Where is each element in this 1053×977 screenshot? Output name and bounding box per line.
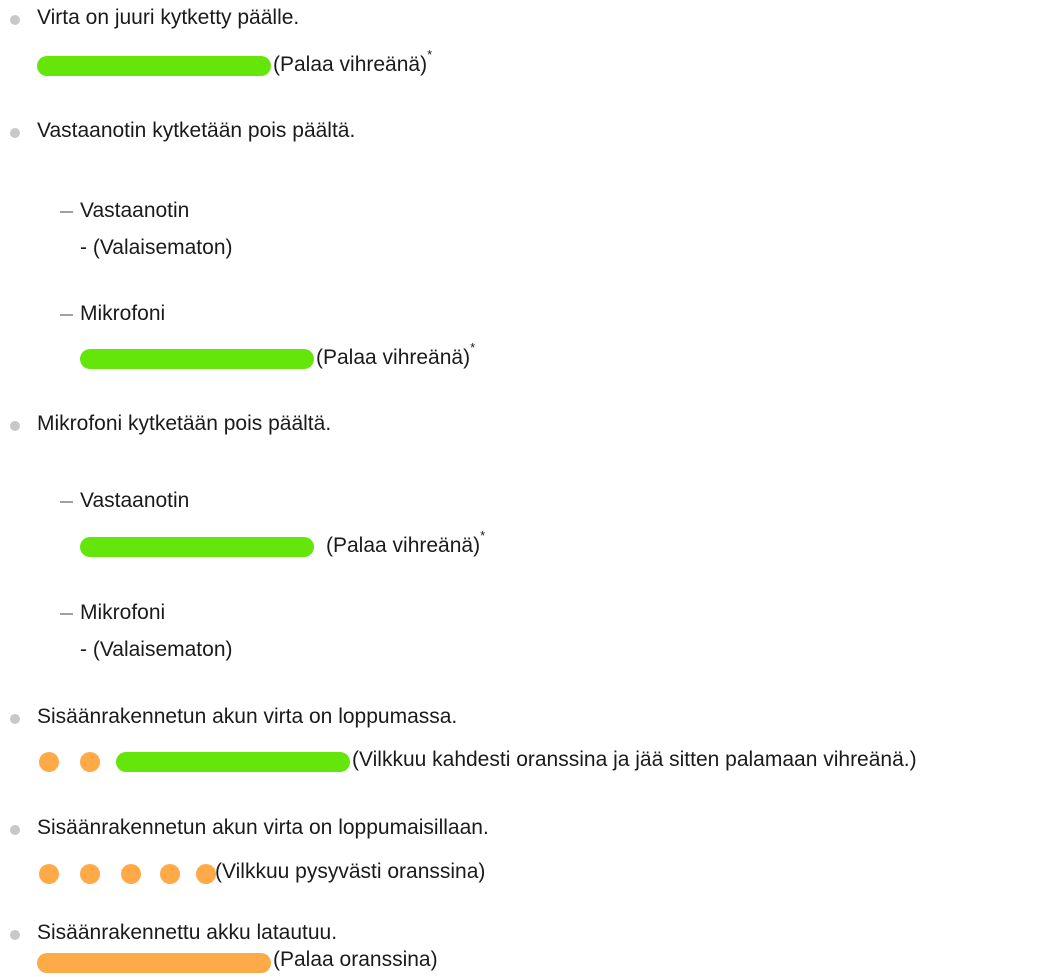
sub-item-label: Mikrofoni — [80, 601, 166, 624]
indicator-status: (Palaa oranssina) — [273, 948, 438, 971]
sub-item-label: Vastaanotin — [80, 199, 190, 222]
list-bullet — [10, 421, 20, 431]
item-label: Virta on juuri kytketty päälle. — [37, 6, 300, 29]
sub-item-dash — [60, 613, 73, 615]
orange-blink-dot — [196, 864, 216, 884]
item-label: Sisäänrakennetun akun virta on loppumass… — [37, 705, 458, 728]
orange-blink-dot — [39, 864, 59, 884]
list-bullet — [10, 15, 20, 25]
item-label: Sisäänrakennetun akun virta on loppumais… — [37, 816, 489, 839]
list-bullet — [10, 930, 20, 940]
footnote-mark: * — [470, 340, 476, 355]
footnote-mark: * — [480, 528, 486, 543]
indicator-status: (Palaa vihreänä)* — [316, 340, 476, 369]
indicator-status: (Vilkkuu pysyvästi oranssina) — [215, 860, 486, 883]
indicator-status: (Vilkkuu kahdesti oranssina ja jää sitte… — [352, 748, 917, 771]
orange-blink-dot — [39, 752, 59, 772]
sub-item-label: Vastaanotin — [80, 489, 190, 512]
orange-blink-dot — [121, 864, 141, 884]
list-bullet — [10, 714, 20, 724]
orange-steady-indicator — [37, 953, 271, 973]
sub-item-dash — [60, 314, 73, 316]
orange-blink-dot — [80, 864, 100, 884]
orange-blink-dot — [160, 864, 180, 884]
sub-item-label: Mikrofoni — [80, 302, 166, 325]
footnote-mark: * — [427, 47, 433, 62]
sub-item-dash — [60, 211, 73, 213]
green-steady-indicator — [80, 537, 314, 557]
list-bullet — [10, 825, 20, 835]
green-steady-indicator — [116, 752, 350, 772]
item-label: Mikrofoni kytketään pois päältä. — [37, 412, 332, 435]
green-steady-indicator — [80, 349, 314, 369]
unlit-status: - (Valaisematon) — [80, 236, 233, 259]
green-steady-indicator — [37, 56, 271, 76]
unlit-status: - (Valaisematon) — [80, 638, 233, 661]
orange-blink-dot — [80, 752, 100, 772]
list-bullet — [10, 128, 20, 138]
indicator-status: (Palaa vihreänä)* — [273, 47, 433, 76]
item-label: Vastaanotin kytketään pois päältä. — [37, 119, 356, 142]
indicator-status: (Palaa vihreänä)* — [326, 528, 486, 557]
item-label: Sisäänrakennettu akku latautuu. — [37, 921, 338, 944]
sub-item-dash — [60, 501, 73, 503]
